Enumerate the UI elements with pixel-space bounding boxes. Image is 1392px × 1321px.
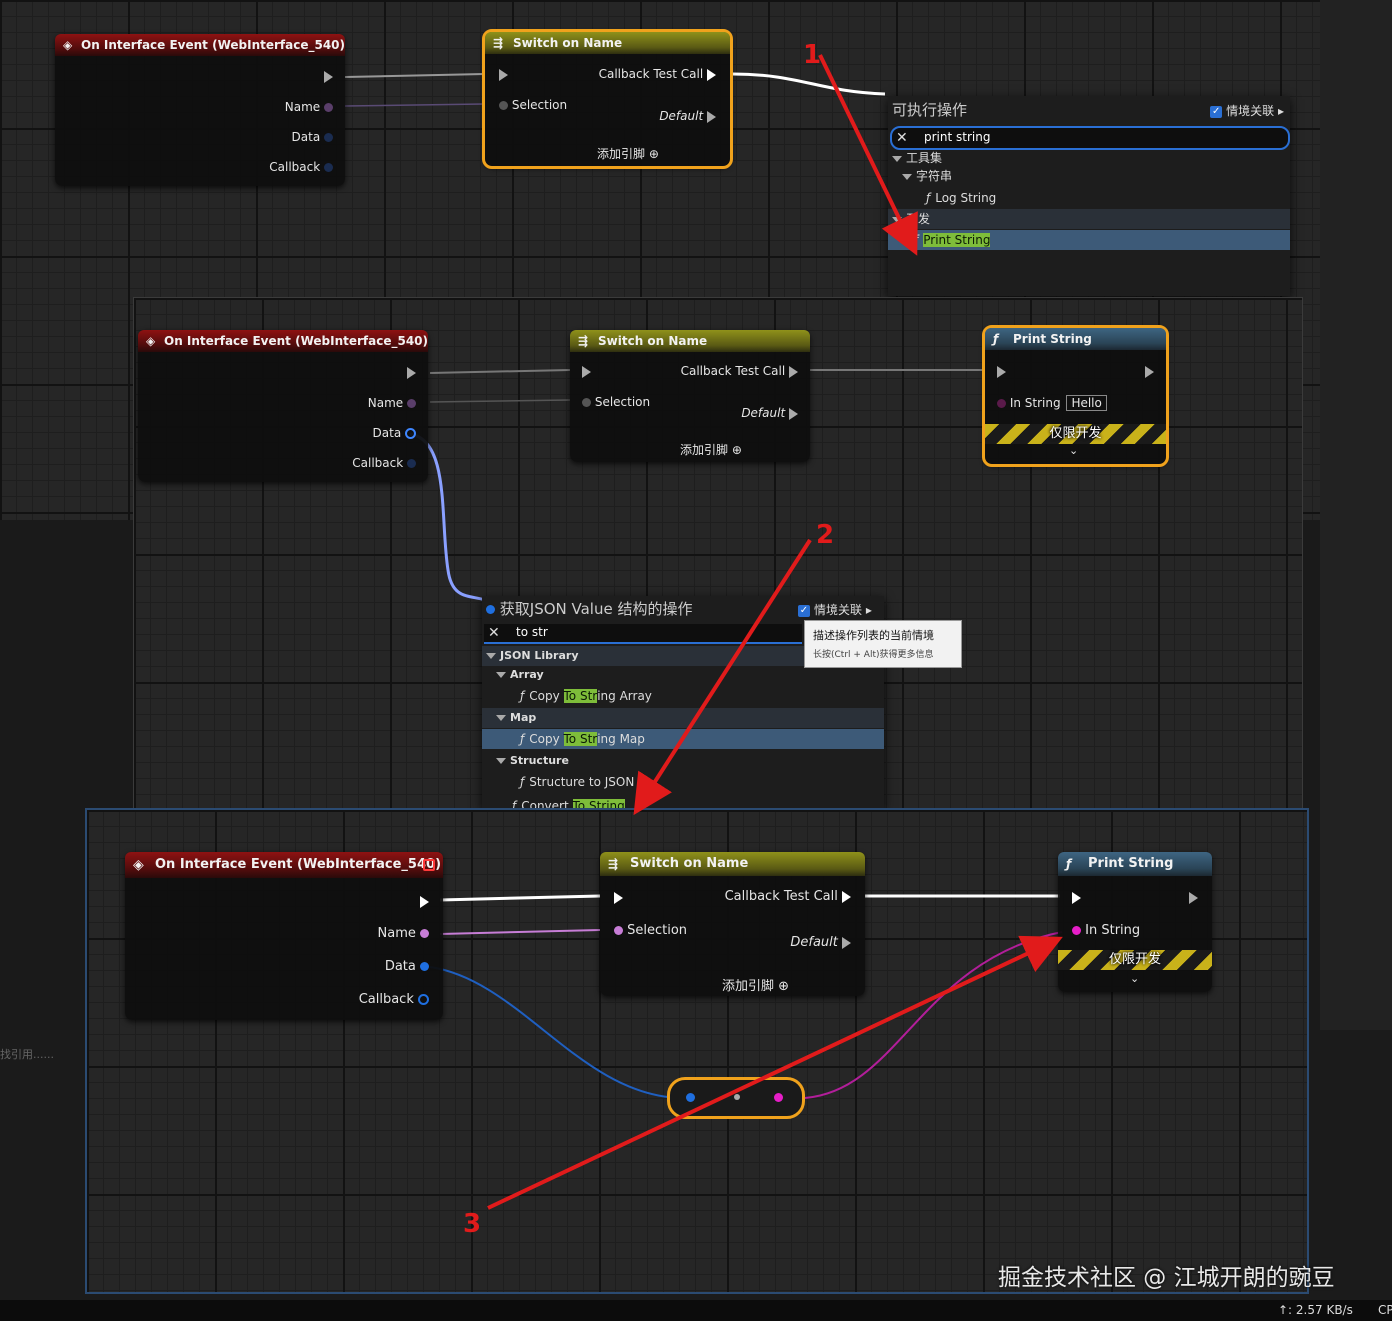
upload-speed: ↑: 2.57 KB/s: [1278, 1303, 1353, 1317]
annotation-label-2: 2: [816, 520, 835, 550]
annotation-label-3: 3: [463, 1209, 482, 1239]
cpu-label: CP: [1378, 1303, 1392, 1317]
annotation-label-1: 1: [803, 40, 822, 70]
watermark: 掘金技术社区 @ 江城开朗的豌豆: [998, 1265, 1335, 1291]
status-bar: [0, 1300, 1392, 1321]
annotation-arrows: [487, 54, 1063, 1210]
